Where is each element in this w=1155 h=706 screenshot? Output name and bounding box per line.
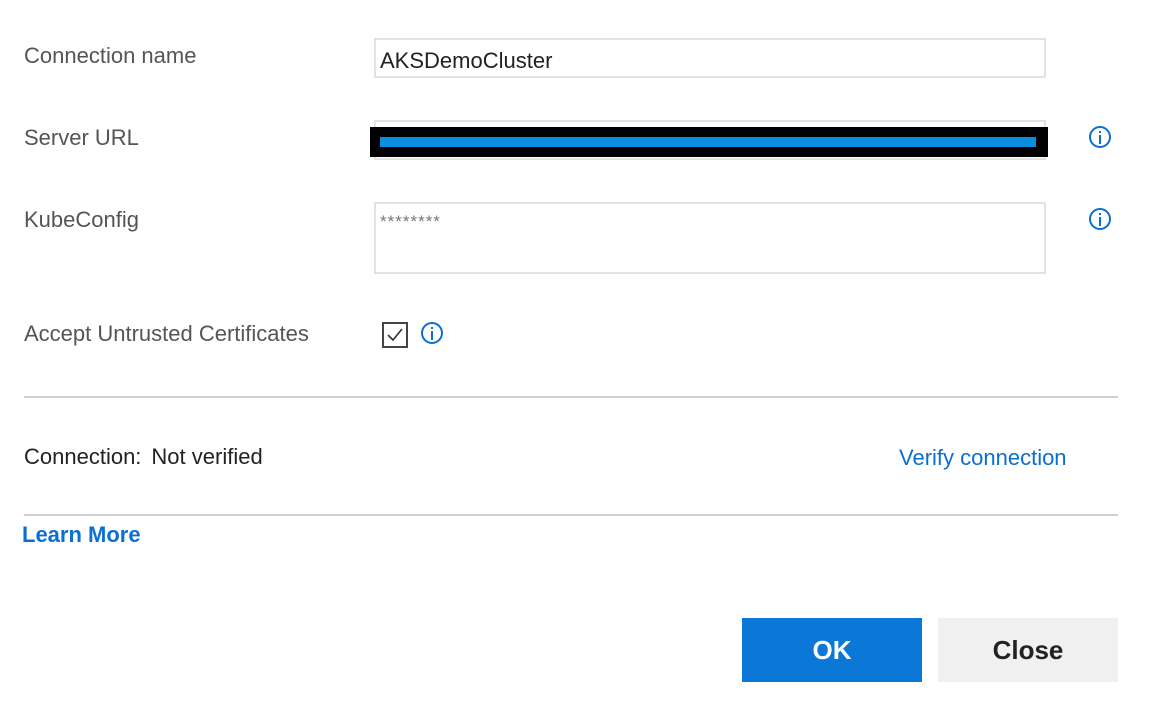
kubeconfig-info-icon[interactable] bbox=[1089, 208, 1111, 230]
server-url-redaction bbox=[370, 127, 1048, 157]
connection-status-prefix: Connection: bbox=[24, 444, 142, 469]
connection-status-value: Not verified bbox=[151, 444, 263, 469]
server-url-label: Server URL bbox=[24, 125, 139, 150]
learn-more-link[interactable]: Learn More bbox=[22, 524, 141, 546]
connection-status: Connection: Not verified bbox=[24, 446, 263, 468]
divider-bottom bbox=[24, 514, 1118, 516]
divider-top bbox=[24, 396, 1118, 398]
ok-button[interactable]: OK bbox=[742, 618, 922, 682]
kubeconfig-input[interactable]: ******** bbox=[374, 202, 1046, 274]
verify-connection-link[interactable]: Verify connection bbox=[899, 447, 1067, 469]
connection-name-input[interactable]: AKSDemoCluster bbox=[374, 38, 1046, 78]
server-url-info-icon[interactable] bbox=[1089, 126, 1111, 148]
accept-untrusted-info-icon[interactable] bbox=[421, 322, 443, 344]
accept-untrusted-label: Accept Untrusted Certificates bbox=[24, 321, 309, 346]
checkmark-icon bbox=[387, 328, 403, 342]
connection-name-label: Connection name bbox=[24, 43, 197, 68]
accept-untrusted-checkbox[interactable] bbox=[382, 322, 408, 348]
kubeconfig-label: KubeConfig bbox=[24, 207, 139, 232]
close-button[interactable]: Close bbox=[938, 618, 1118, 682]
